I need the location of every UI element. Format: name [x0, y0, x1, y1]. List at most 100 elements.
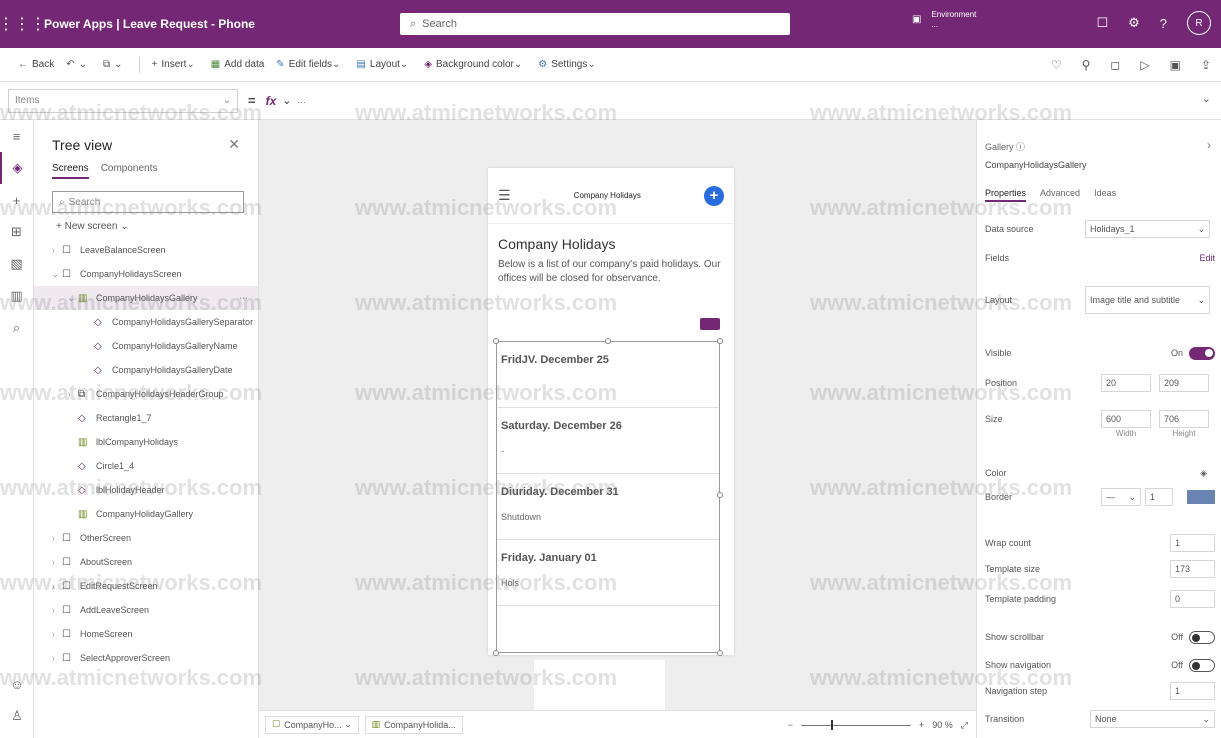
tab-components[interactable]: Components [101, 163, 158, 179]
tree-item[interactable]: ◇ lblHolidayHeader [34, 478, 258, 502]
tree-search-input[interactable]: ⌕ Search [52, 191, 244, 213]
chevron-icon[interactable]: › [52, 558, 62, 567]
back-button[interactable]: ← Back [18, 59, 54, 70]
hamburger-icon[interactable]: ≡ [0, 120, 33, 152]
template-size-input[interactable]: 173 [1170, 560, 1215, 578]
edit-fields-link[interactable]: Edit [1199, 253, 1215, 263]
chevron-icon[interactable]: › [52, 606, 62, 615]
tree-item[interactable]: › ☐ LeaveBalanceScreen [34, 238, 258, 262]
virtual-agent-icon[interactable]: ☺ [0, 668, 34, 700]
share-icon[interactable]: ⚲ [1082, 58, 1091, 72]
media-icon[interactable]: ▧ [0, 248, 33, 280]
tree-item[interactable]: › ☐ HomeScreen [34, 622, 258, 646]
tree-item[interactable]: ▥ lblCompanyHolidays [34, 430, 258, 454]
property-dropdown[interactable]: Items ⌄ [8, 88, 238, 113]
notifications-icon[interactable]: ☐ [1096, 15, 1108, 31]
help-icon[interactable]: ⓘ [1016, 142, 1025, 152]
tree-item[interactable]: › ⧉ CompanyHolidaysHeaderGroup [34, 382, 258, 406]
fit-to-window-icon[interactable]: ⤢ [961, 720, 968, 731]
advanced-tools-icon[interactable]: ▥ [0, 280, 33, 312]
chevron-icon[interactable]: ⌄ [68, 294, 78, 303]
fx-icon[interactable]: fx [266, 94, 277, 108]
zoom-in-icon[interactable]: + [919, 720, 924, 730]
resize-handle[interactable] [605, 338, 611, 344]
gear-icon[interactable]: ⚙ [1128, 15, 1140, 31]
tree-item[interactable]: ◇ Circle1_4 [34, 454, 258, 478]
chevron-icon[interactable]: ⌄ [52, 270, 62, 279]
zoom-slider[interactable] [801, 719, 912, 730]
position-y-input[interactable]: 209 [1159, 374, 1209, 392]
edit-badge-icon[interactable] [700, 318, 720, 330]
insert-icon[interactable]: + [0, 184, 33, 216]
show-scrollbar-toggle[interactable] [1189, 630, 1215, 644]
chevron-icon[interactable]: › [52, 534, 62, 543]
tree-item[interactable]: › ☐ SelectApproverScreen [34, 646, 258, 670]
zoom-slider-thumb[interactable] [831, 719, 834, 730]
undo-button[interactable]: ↶ ⌄ [66, 59, 91, 70]
new-screen-button[interactable]: + New screen ⌄ [56, 221, 240, 232]
insert-button[interactable]: + Insert ⌄ [152, 59, 199, 70]
border-style-dropdown[interactable]: — ⌄ [1101, 488, 1141, 506]
design-canvas[interactable]: ☰ Company Holidays + Company Holidays Be… [259, 120, 976, 738]
border-color-swatch[interactable] [1187, 490, 1215, 504]
tree-item[interactable]: ⌄ ▥ CompanyHolidaysGallery ⋯ [34, 286, 258, 310]
data-icon[interactable]: ⊞ [0, 216, 33, 248]
visible-toggle[interactable] [1189, 346, 1215, 360]
tree-item[interactable]: › ☐ AboutScreen [34, 550, 258, 574]
search-icon[interactable]: ⌕ [0, 312, 33, 344]
global-search[interactable]: ⌕ Search [400, 13, 790, 35]
transition-dropdown[interactable]: None ⌄ [1090, 710, 1215, 728]
more-options-icon[interactable]: ⋯ [239, 293, 248, 304]
border-width-input[interactable]: 1 [1145, 488, 1173, 506]
add-icon[interactable]: + [703, 185, 724, 206]
data-source-dropdown[interactable]: Holidays_1 ⌄ [1085, 220, 1210, 238]
tab-advanced[interactable]: Advanced [1040, 188, 1080, 202]
tree-item[interactable]: ◇ CompanyHolidaysGallerySeparator [34, 310, 258, 334]
tab-ideas[interactable]: Ideas [1094, 188, 1116, 202]
resize-handle[interactable] [717, 492, 723, 498]
expand-formula-icon[interactable]: ⌄ [1202, 92, 1211, 105]
tree-item[interactable]: › ☐ OtherScreen [34, 526, 258, 550]
tree-item[interactable]: ⌄ ☐ CompanyHolidaysScreen [34, 262, 258, 286]
gallery-item[interactable]: FridJV. December 25 [497, 342, 719, 408]
help-icon[interactable]: ? [1160, 16, 1167, 31]
template-padding-input[interactable]: 0 [1170, 590, 1215, 608]
edit-fields-button[interactable]: ✎ Edit fields ⌄ [276, 59, 344, 70]
add-data-button[interactable]: ▦ Add data [211, 59, 265, 70]
save-icon[interactable]: ▣ [1170, 58, 1181, 72]
avatar[interactable]: R [1187, 11, 1211, 35]
tree-item[interactable]: ◇ CompanyHolidaysGalleryName [34, 334, 258, 358]
breadcrumb-control[interactable]: ▥ CompanyHolida... [364, 715, 463, 734]
resize-handle[interactable] [717, 338, 723, 344]
breadcrumb-screen[interactable]: ☐ CompanyHo... ⌄ [265, 715, 359, 734]
layout-dropdown[interactable]: Image title and subtitle ⌄ [1085, 286, 1210, 314]
tree-item[interactable]: › ☐ AddLeaveScreen [34, 598, 258, 622]
waffle-icon[interactable]: ⋮⋮⋮ [0, 0, 46, 48]
hamburger-icon[interactable]: ☰ [498, 187, 511, 204]
paint-bucket-icon[interactable]: ◈ [1200, 468, 1207, 479]
layout-button[interactable]: ▤ Layout ⌄ [356, 59, 412, 70]
holidays-gallery[interactable]: FridJV. December 25 Saturday. December 26… [493, 338, 723, 656]
publish-icon[interactable]: ⇪ [1201, 58, 1211, 72]
tree-item[interactable]: ◇ CompanyHolidaysGalleryDate [34, 358, 258, 382]
tree-item[interactable]: › ☐ EditRequestScreen [34, 574, 258, 598]
settings-button[interactable]: ⚙ Settings ⌄ [538, 59, 600, 70]
gallery-item[interactable]: Saturday. December 26 - [497, 408, 719, 474]
zoom-out-icon[interactable]: − [788, 720, 793, 730]
tree-item[interactable]: ▥ CompanyHolidayGallery [34, 502, 258, 526]
wrap-count-input[interactable]: 1 [1170, 534, 1215, 552]
environment-picker[interactable]: ▣ Environment ... [912, 10, 976, 30]
close-icon[interactable]: ✕ [228, 136, 240, 153]
show-navigation-toggle[interactable] [1189, 658, 1215, 672]
play-icon[interactable]: ▷ [1140, 58, 1149, 72]
chevron-down-icon[interactable]: ⌄ [282, 94, 291, 107]
tab-properties[interactable]: Properties [985, 188, 1027, 202]
position-x-input[interactable]: 20 [1101, 374, 1151, 392]
chevron-icon[interactable]: › [52, 246, 62, 255]
comments-icon[interactable]: ◻ [1110, 58, 1120, 72]
copy-button[interactable]: ⧉ ⌄ [103, 59, 127, 70]
chevron-icon[interactable]: › [52, 582, 62, 591]
tab-screens[interactable]: Screens [52, 163, 89, 179]
gallery-item[interactable]: Diuriday. December 31 Shutdown [497, 474, 719, 540]
tree-view-icon[interactable]: ◈ [0, 152, 33, 184]
